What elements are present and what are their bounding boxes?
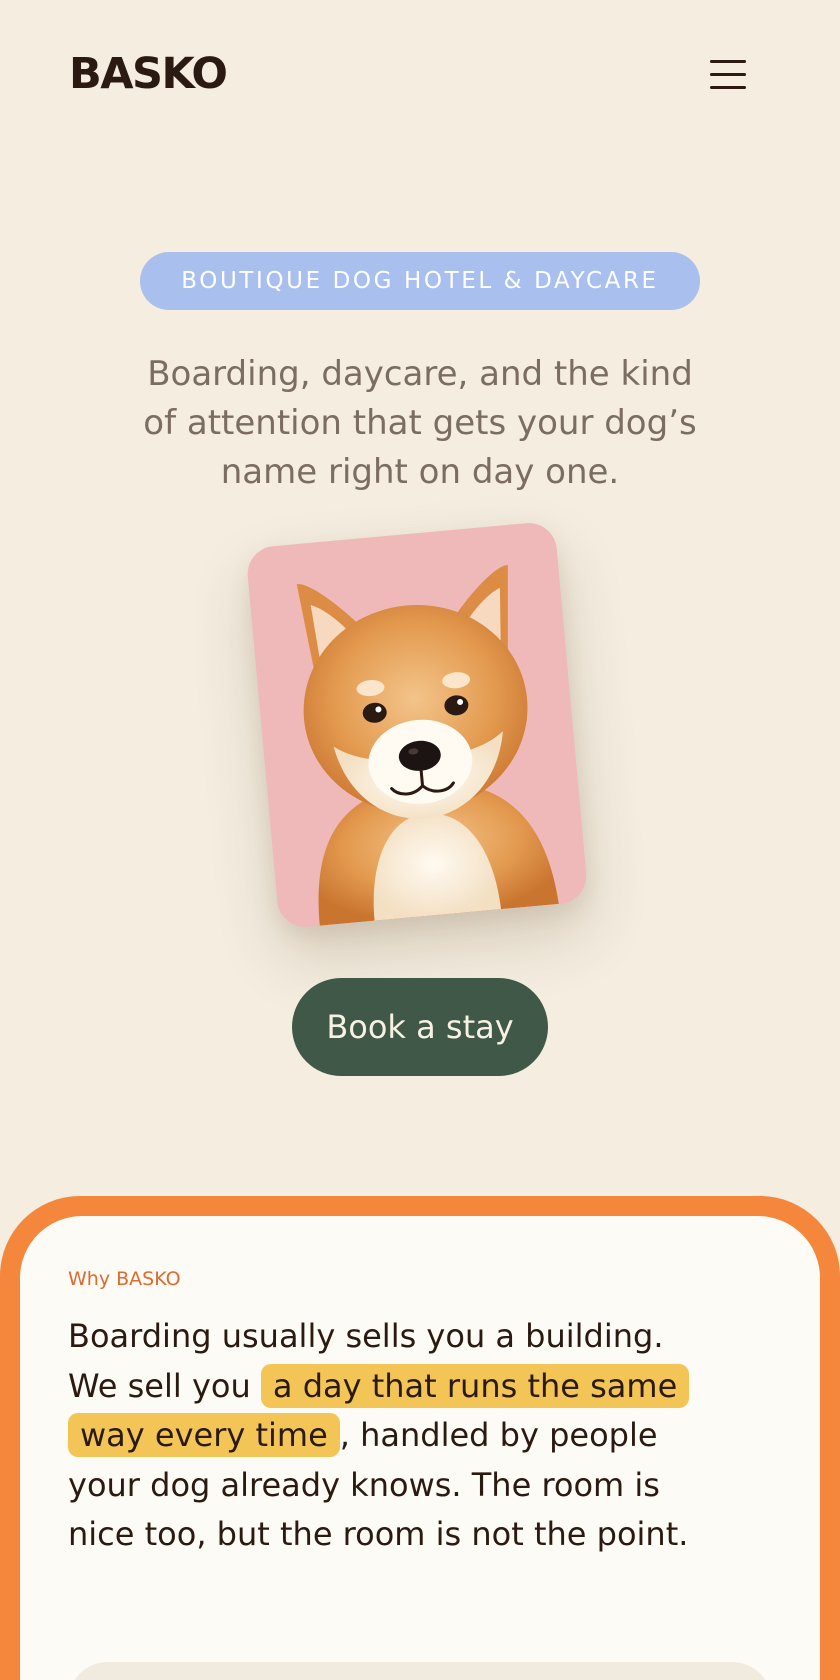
book-stay-button[interactable]: Book a stay [292, 978, 548, 1076]
menu-bar [710, 60, 746, 63]
dog-photo [245, 520, 589, 930]
why-section-body: Boarding usually sells you a building. W… [68, 1312, 708, 1560]
menu-bar [710, 73, 746, 76]
shiba-inu-illustration [245, 520, 589, 930]
hero-tagline: Boarding, daycare, and the kind of atten… [143, 354, 697, 492]
why-section-label: Why BASKO [68, 1268, 181, 1290]
hamburger-menu-icon[interactable] [704, 54, 752, 94]
brand-logo[interactable]: BASKO [69, 48, 228, 100]
menu-bar [710, 86, 746, 89]
next-section-card [68, 1662, 772, 1680]
page: BASKO BOUTIQUE DOG HOTEL & DAYCARE Board… [0, 0, 840, 1680]
hero-badge: BOUTIQUE DOG HOTEL & DAYCARE [140, 252, 700, 310]
